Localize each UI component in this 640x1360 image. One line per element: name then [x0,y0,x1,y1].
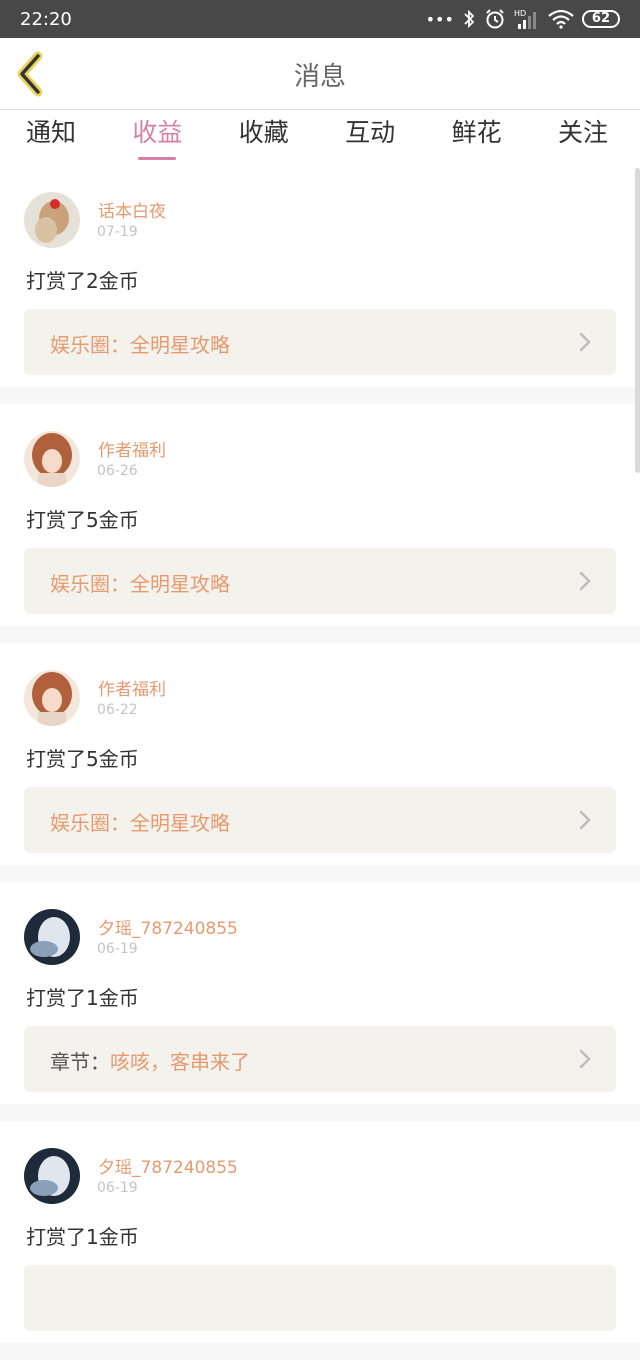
status-bar: 22:20 ••• HD 62 [0,0,640,38]
work-link-text: 娱乐圈：全明星攻略 [50,329,230,358]
chevron-right-icon [579,571,591,591]
reward-text: 打赏了2金币 [26,269,139,293]
work-link-label: 娱乐圈： [50,572,130,596]
battery-indicator: 62 [581,10,620,28]
svg-text:HD: HD [514,9,526,18]
work-link-title: 全明星攻略 [130,572,230,596]
wifi-icon [548,9,574,29]
tab-bar: 通知 收益 收藏 互动 鲜花 关注 [0,110,640,165]
message-date: 06-22 [97,702,138,718]
message-card: 作者福利 06-26 打赏了5金币 娱乐圈：全明星攻略 [0,404,640,626]
work-link-text: 娱乐圈：全明星攻略 [50,807,230,836]
tab-notice[interactable]: 通知 [26,110,76,165]
message-date: 06-26 [97,463,138,479]
work-link[interactable]: 娱乐圈：全明星攻略 [24,309,616,375]
reward-text: 打赏了5金币 [26,508,139,532]
message-card: 话本白夜 07-19 打赏了2金币 娱乐圈：全明星攻略 [0,165,640,387]
message-list: 话本白夜 07-19 打赏了2金币 娱乐圈：全明星攻略 作者福利 06-26 打… [0,165,640,1360]
alarm-icon [486,9,504,29]
header-bar: 消息 [0,38,640,110]
work-link[interactable] [24,1265,616,1331]
status-time: 22:20 [20,8,72,30]
user-name[interactable]: 夕瑶_787240855 [98,914,238,939]
tab-interaction[interactable]: 互动 [345,110,395,165]
message-card: 夕瑶_787240855 06-19 打赏了1金币 章节：咳咳，客串来了 [0,882,640,1104]
chapter-link-label: 章节： [50,1050,110,1074]
reward-text: 打赏了1金币 [26,1225,139,1249]
work-link-text: 娱乐圈：全明星攻略 [50,568,230,597]
tab-earnings[interactable]: 收益 [132,110,182,165]
reward-text: 打赏了1金币 [26,986,139,1010]
chevron-right-icon [579,1049,591,1069]
avatar[interactable] [24,909,80,965]
user-name[interactable]: 夕瑶_787240855 [98,1153,238,1178]
user-name[interactable]: 作者福利 [98,436,166,461]
avatar[interactable] [24,431,80,487]
work-link-label: 娱乐圈： [50,333,130,357]
avatar[interactable] [24,670,80,726]
chevron-right-icon [579,332,591,352]
work-link-title: 全明星攻略 [130,333,230,357]
bluetooth-icon [464,9,475,29]
work-link-title: 全明星攻略 [130,811,230,835]
signal-hd-icon: HD [514,9,536,29]
tab-flowers[interactable]: 鲜花 [452,110,502,165]
chapter-link-text: 章节：咳咳，客串来了 [50,1046,250,1075]
scrollbar[interactable] [635,168,640,473]
avatar[interactable] [24,1148,80,1204]
work-link[interactable]: 娱乐圈：全明星攻略 [24,787,616,853]
user-name[interactable]: 作者福利 [98,675,166,700]
page-title: 消息 [293,62,346,92]
message-date: 07-19 [97,224,138,240]
tab-favorites[interactable]: 收藏 [239,110,289,165]
tab-follow[interactable]: 关注 [558,110,608,165]
message-card: 作者福利 06-22 打赏了5金币 娱乐圈：全明星攻略 [0,643,640,865]
status-icons: ••• HD 62 [426,8,620,30]
chapter-link-title: 咳咳，客串来了 [110,1050,250,1074]
more-dots-icon: ••• [425,9,454,29]
message-card: 夕瑶_787240855 06-19 打赏了1金币 [0,1121,640,1343]
message-date: 06-19 [97,941,138,957]
work-link-label: 娱乐圈： [50,811,130,835]
avatar[interactable] [24,192,80,248]
work-link[interactable]: 娱乐圈：全明星攻略 [24,548,616,614]
message-date: 06-19 [97,1180,138,1196]
user-name[interactable]: 话本白夜 [98,197,166,222]
reward-text: 打赏了5金币 [26,747,139,771]
chapter-link[interactable]: 章节：咳咳，客串来了 [24,1026,616,1092]
chevron-right-icon [579,810,591,830]
